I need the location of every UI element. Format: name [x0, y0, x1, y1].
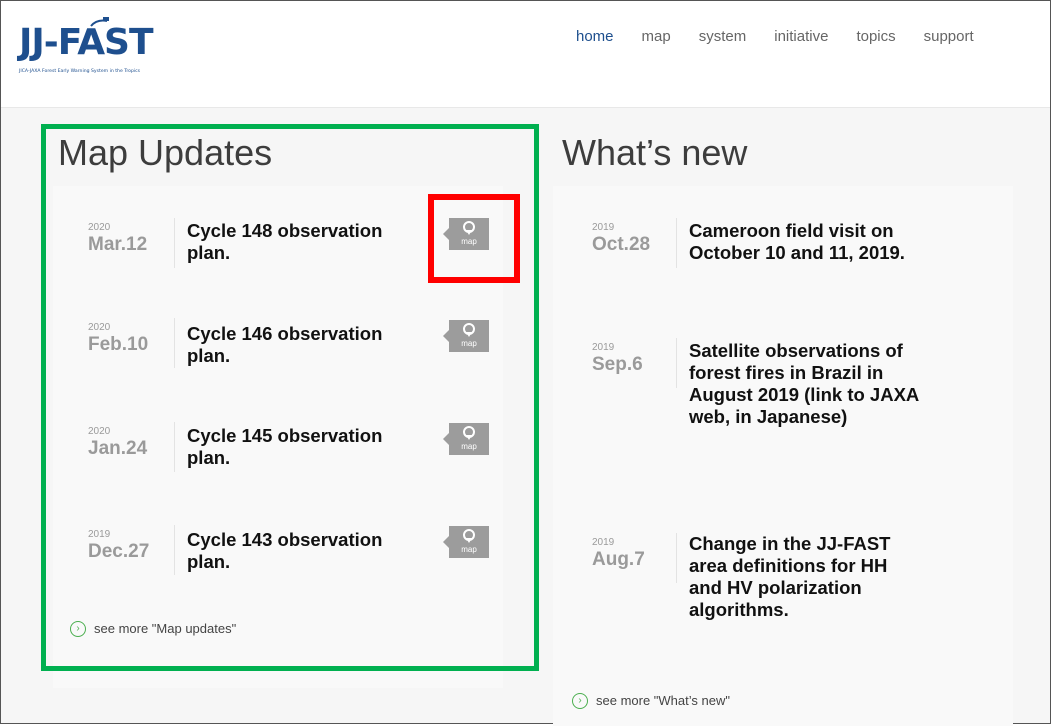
- nav-map[interactable]: map: [642, 28, 671, 46]
- map-button-label: map: [461, 545, 477, 554]
- map-button-label: map: [461, 442, 477, 451]
- map-updates-title: Map Updates: [58, 132, 273, 173]
- chevron-right-icon: ›: [70, 620, 86, 637]
- nav-home[interactable]: home: [576, 28, 614, 46]
- whats-new-title: What’s new: [562, 132, 748, 173]
- map-button[interactable]: map: [441, 320, 489, 352]
- map-button[interactable]: map: [441, 423, 489, 455]
- map-pin-icon: [463, 426, 475, 440]
- entry-date: Jan.24: [88, 438, 148, 459]
- entry-divider: [174, 318, 175, 368]
- see-more-whats-new-link[interactable]: › see more "What’s new": [572, 692, 730, 709]
- entry-year: 2019: [88, 529, 111, 540]
- entry-year: 2020: [88, 222, 111, 233]
- entry-divider: [174, 218, 175, 268]
- entry-divider: [676, 218, 677, 268]
- entry-year: 2020: [88, 426, 111, 437]
- entry-divider: [676, 338, 677, 388]
- entry-date: Mar.12: [88, 234, 148, 255]
- map-button[interactable]: map: [441, 218, 489, 250]
- map-button-label: map: [461, 339, 477, 348]
- chevron-right-icon: ›: [572, 692, 588, 709]
- entry-date: Dec.27: [88, 541, 150, 562]
- nav-initiative[interactable]: initiative: [774, 28, 828, 46]
- map-button-label: map: [461, 237, 477, 246]
- see-more-label: see more "What’s new": [596, 693, 730, 709]
- see-more-label: see more "Map updates": [94, 621, 237, 637]
- logo-subtitle: JICA-JAXA Forest Early Warning System in…: [19, 69, 141, 74]
- entry-title-link[interactable]: Cycle 148 observation plan.: [187, 220, 417, 264]
- main-nav: home map system initiative topics suppor…: [576, 28, 974, 46]
- nav-system[interactable]: system: [699, 28, 747, 46]
- map-pin-icon: [463, 323, 475, 337]
- entry-divider: [676, 533, 677, 583]
- entry-date: Feb.10: [88, 334, 149, 355]
- site-logo[interactable]: JJ-FAST JICA-JAXA Forest Early Warning S…: [19, 17, 159, 81]
- news-title-link[interactable]: Satellite observations of forest fires i…: [689, 340, 924, 428]
- entry-year: 2019: [592, 222, 615, 233]
- entry-date: Oct.28: [592, 234, 651, 255]
- site-header: JJ-FAST JICA-JAXA Forest Early Warning S…: [1, 1, 1050, 108]
- logo-text: JJ-FAST: [19, 22, 154, 63]
- news-title-link[interactable]: Cameroon field visit on October 10 and 1…: [689, 220, 919, 264]
- entry-title-link[interactable]: Cycle 145 observation plan.: [187, 425, 417, 469]
- entry-date: Sep.6: [592, 354, 643, 375]
- entry-title-link[interactable]: Cycle 146 observation plan.: [187, 323, 417, 367]
- entry-year: 2020: [88, 322, 111, 333]
- satellite-icon: [90, 17, 109, 27]
- map-button[interactable]: map: [441, 526, 489, 558]
- whats-new-panel: [553, 186, 1013, 726]
- see-more-map-updates-link[interactable]: › see more "Map updates": [70, 620, 236, 637]
- news-title-link[interactable]: Change in the JJ-FAST area definitions f…: [689, 533, 924, 621]
- nav-support[interactable]: support: [924, 28, 974, 46]
- entry-title-link[interactable]: Cycle 143 observation plan.: [187, 529, 417, 573]
- map-pin-icon: [463, 529, 475, 543]
- entry-date: Aug.7: [592, 549, 645, 570]
- entry-year: 2019: [592, 342, 615, 353]
- map-pin-icon: [463, 221, 475, 235]
- nav-topics[interactable]: topics: [856, 28, 895, 46]
- entry-divider: [174, 422, 175, 472]
- entry-divider: [174, 525, 175, 575]
- entry-year: 2019: [592, 537, 615, 548]
